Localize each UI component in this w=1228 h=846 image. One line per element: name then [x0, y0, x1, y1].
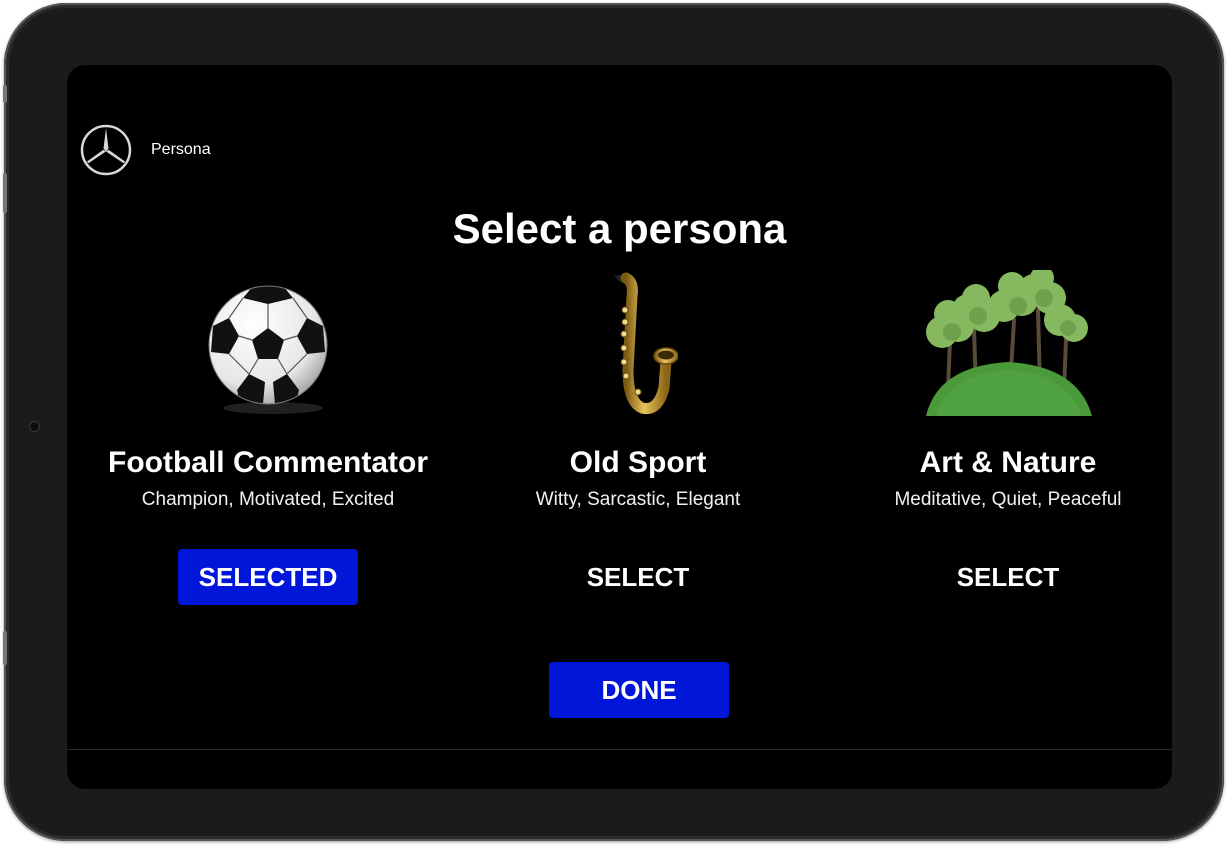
persona-art: [453, 270, 823, 420]
page-title: Select a persona: [452, 205, 787, 252]
trees-on-hill-icon: [926, 270, 1092, 416]
persona-card-football-commentator: Football Commentator Champion, Motivated…: [83, 270, 453, 605]
selected-button[interactable]: SELECTED: [178, 549, 358, 605]
persona-card-art-and-nature: Art & Nature Meditative, Quiet, Peaceful…: [823, 270, 1172, 605]
saxophone-icon: [614, 272, 678, 415]
persona-name: Art & Nature: [919, 446, 1097, 479]
persona-art: [83, 270, 453, 420]
app-screen: Persona Select a persona Football Commen…: [67, 65, 1172, 789]
soccer-ball-icon: [208, 285, 328, 414]
header-title: Persona: [151, 141, 211, 158]
select-button[interactable]: SELECT: [548, 549, 728, 605]
select-button[interactable]: SELECT: [918, 549, 1098, 605]
persona-name: Old Sport: [569, 446, 707, 479]
persona-name: Football Commentator: [108, 446, 428, 479]
three-pointed-star-logo-icon: [80, 124, 132, 176]
app-header: Persona: [79, 123, 211, 177]
persona-traits: Meditative, Quiet, Peaceful: [894, 489, 1122, 510]
top-button: [3, 85, 7, 103]
persona-card-old-sport: Old Sport Witty, Sarcastic, Elegant SELE…: [453, 270, 823, 605]
persona-traits: Champion, Motivated, Excited: [141, 489, 395, 510]
volume-down-button: [3, 631, 7, 665]
volume-up-button: [3, 173, 7, 213]
persona-art: [823, 270, 1172, 420]
persona-traits: Witty, Sarcastic, Elegant: [535, 489, 741, 510]
tablet-frame: Persona Select a persona Football Commen…: [3, 3, 1224, 841]
bottom-divider: [67, 749, 1172, 750]
done-button[interactable]: DONE: [549, 662, 729, 718]
front-camera: [30, 422, 39, 431]
